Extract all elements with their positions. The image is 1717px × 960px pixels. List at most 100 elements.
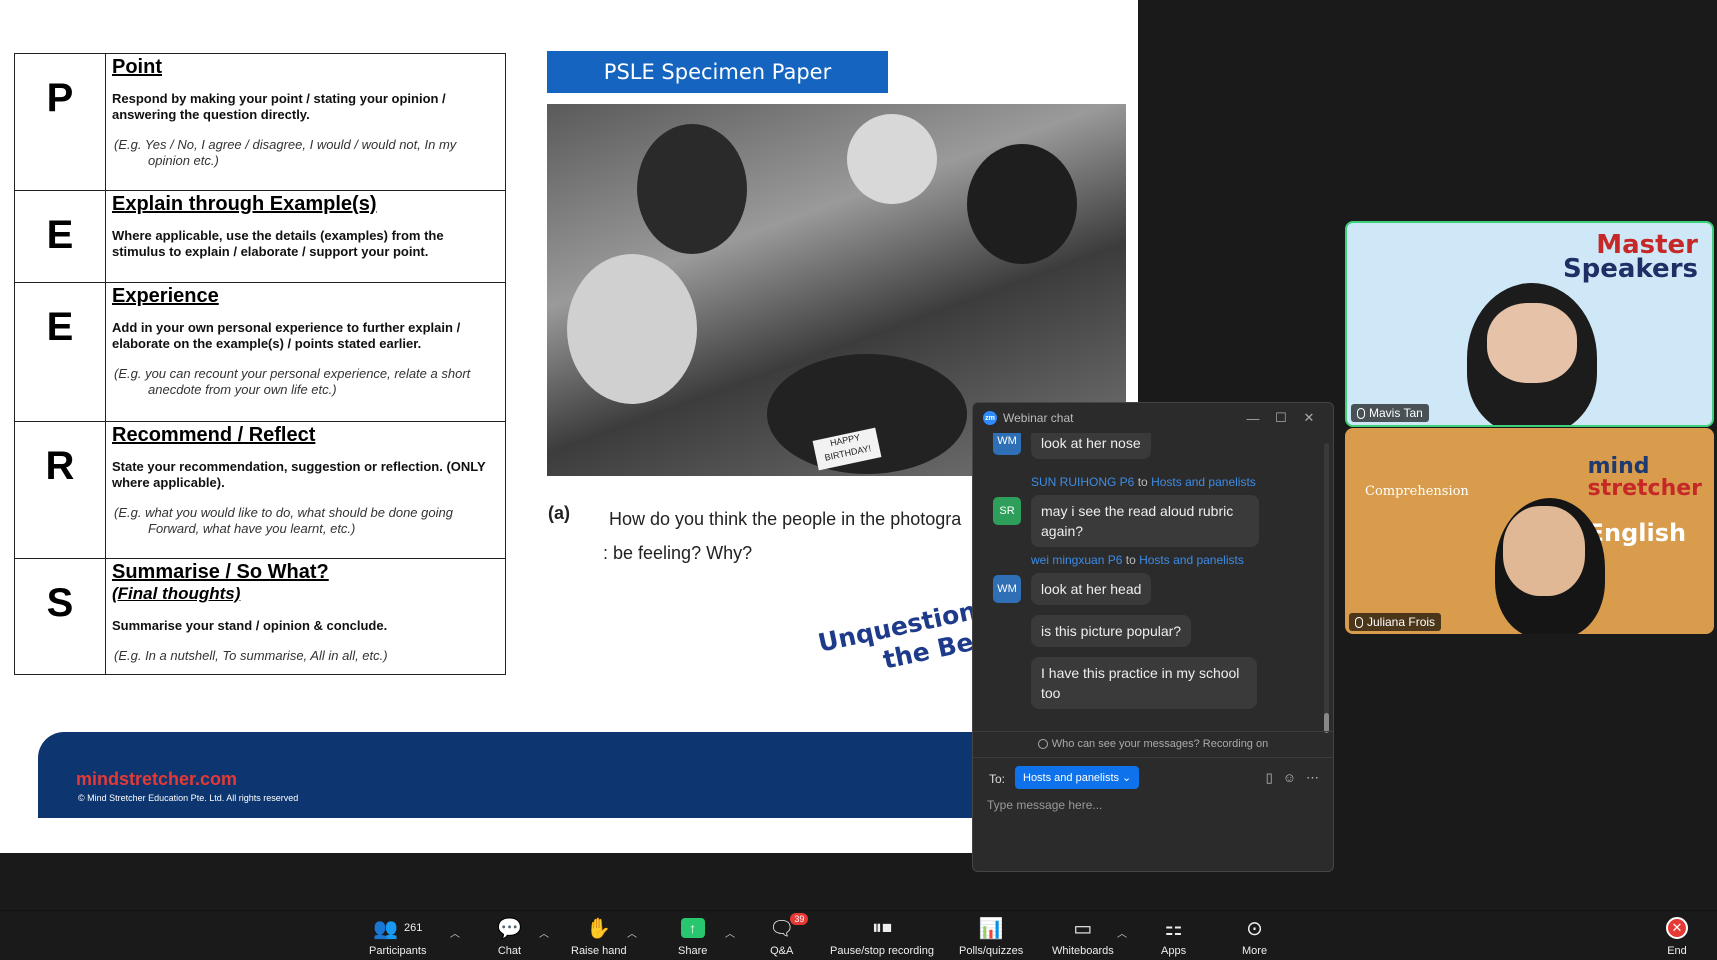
whiteboards-caret-icon[interactable]: ︿ [1117,925,1127,940]
emoji-icon[interactable]: ☺ [1283,770,1296,786]
apps-icon: ⚏ [1164,917,1183,940]
raise-hand-button[interactable]: ✋ Raise hand [571,915,627,958]
apps-label: Apps [1161,945,1187,957]
row-example: (E.g. what you would like to do, what sh… [114,505,453,536]
visibility-icon [1037,739,1048,750]
chat-caret-icon[interactable]: ︿ [539,925,549,940]
recording-button[interactable]: ⏸⏹ Pause/stop recording [830,915,934,958]
avatar: SR [993,497,1021,525]
row-letter: P [14,53,106,191]
raise-hand-caret-icon[interactable]: ︿ [627,925,637,940]
chat-message: wei mingxuan P6 to Hosts and panelists W… [993,553,1313,605]
masterspeakers-logo: Master Speakers [1562,230,1698,284]
table-row: S Summarise / So What? (Final thoughts) … [14,558,506,675]
chat-titlebar[interactable]: zm Webinar chat — ☐ ✕ [973,403,1333,433]
chat-button[interactable]: 💬 Chat [497,915,522,958]
row-example: (E.g. Yes / No, I agree / disagree, I wo… [114,137,457,168]
participants-icon: 👥 [373,917,399,940]
chat-messages[interactable]: WM look at her nose SUN RUIHONG P6 to Ho… [973,433,1333,733]
participant-name-tag: Mavis Tan [1351,404,1429,422]
compose-icons: ▯ ☺ ⋯ [1266,770,1319,786]
brand-text: mindstretcher.com [76,769,238,789]
recording-label: Pause/stop recording [830,945,934,957]
row-letter: R [14,421,106,559]
end-icon: ✕ [1666,917,1688,939]
sender-line: SUN RUIHONG P6 to Hosts and panelists [1031,475,1256,489]
raise-hand-label: Raise hand [571,945,627,957]
row-title: Summarise / So What? [112,561,329,583]
share-caret-icon[interactable]: ︿ [725,925,735,940]
copyright-text: © Mind Stretcher Education Pte. Ltd. All… [78,793,299,803]
whiteboards-button[interactable]: ▭ Whiteboards [1052,915,1114,958]
participants-button[interactable]: 👥 261 Participants [369,915,427,958]
row-example: (E.g. you can recount your personal expe… [114,366,471,397]
row-subtitle: (Final thoughts) [112,584,241,603]
row-title: Recommend / Reflect [112,424,316,446]
whiteboards-label: Whiteboards [1052,945,1114,957]
qa-button[interactable]: 🗨 39 Q&A [769,913,809,957]
chat-icon: 💬 [497,917,522,940]
chat-title: Webinar chat [1003,411,1074,425]
share-icon: ↑ [680,918,705,938]
more-icon: ⊙ [1246,917,1263,940]
row-example: (E.g. In a nutshell, To summarise, All i… [114,648,388,663]
row-body: State your recommendation, suggestion or… [112,459,486,490]
participants-label: Participants [369,945,427,957]
participants-caret-icon[interactable]: ︿ [450,925,460,940]
video-tile-juliana[interactable]: Comprehension mind stretcher English Jul… [1345,428,1714,634]
shared-slide: P Point Respond by making your point / s… [0,0,1138,853]
polls-label: Polls/quizzes [959,945,1024,957]
recipient-select[interactable]: Hosts and panelists ⌄ [1015,766,1140,789]
row-body: Add in your own personal experience to f… [112,320,461,351]
row-title: Point [112,56,162,78]
meeting-toolbar: 👥 261 Participants ︿ 💬 Chat ︿ ✋ Raise han… [0,910,1717,960]
minimize-icon[interactable]: — [1239,411,1267,426]
message-bubble: look at her head [1031,573,1152,605]
webinar-chat-window[interactable]: zm Webinar chat — ☐ ✕ WM look at her nos… [972,402,1334,872]
chat-message: I have this practice in my school too [993,657,1313,713]
pause-record-icon: ⏸⏹ [871,916,892,939]
row-body: Respond by making your point / stating y… [112,91,446,122]
tagline: Unquestion the Be [815,595,980,675]
file-icon[interactable]: ▯ [1266,770,1273,786]
mic-icon [1357,407,1365,419]
book-word: Comprehension [1365,484,1469,499]
specimen-banner: PSLE Specimen Paper [547,51,888,93]
table-row: P Point Respond by making your point / s… [14,53,506,191]
table-row: E Explain through Example(s) Where appli… [14,190,506,283]
sender-line: wei mingxuan P6 to Hosts and panelists [1031,553,1244,567]
more-label: More [1242,945,1268,957]
zoom-logo-icon: zm [983,411,997,425]
table-row: R Recommend / Reflect State your recomme… [14,421,506,559]
chat-scrollbar[interactable] [1324,443,1329,733]
polls-icon: 📊 [978,917,1004,940]
share-button[interactable]: ↑ Share [678,915,707,957]
more-button[interactable]: ⊙ More [1242,915,1268,958]
end-label: End [1667,945,1687,957]
chat-message: SUN RUIHONG P6 to Hosts and panelists SR… [993,475,1313,555]
row-letter: E [14,190,106,283]
end-button[interactable]: ✕ End [1666,915,1688,957]
row-body: Where applicable, use the details (examp… [112,228,444,259]
maximize-icon[interactable]: ☐ [1267,410,1295,426]
close-icon[interactable]: ✕ [1295,410,1323,426]
message-bubble: look at her nose [1031,433,1151,459]
polls-button[interactable]: 📊 Polls/quizzes [959,915,1024,958]
more-options-icon[interactable]: ⋯ [1306,770,1319,786]
peers-table: P Point Respond by making your point / s… [14,53,506,675]
chat-message: WM look at her nose [993,433,1313,459]
compose-area: To: Hosts and panelists ⌄ ▯ ☺ ⋯ [973,757,1333,871]
participant-face [1487,303,1577,383]
privacy-notice[interactable]: Who can see your messages? Recording on [973,731,1333,757]
video-tile-mavis[interactable]: Master Speakers Mavis Tan [1345,221,1714,427]
participant-name-tag: Juliana Frois [1349,613,1442,631]
apps-button[interactable]: ⚏ Apps [1161,915,1187,958]
qa-badge: 39 [790,913,809,925]
participant-count: 261 [404,922,423,934]
avatar: WM [993,575,1021,603]
message-input[interactable] [987,798,1317,812]
chat-message: is this picture popular? [993,615,1313,649]
qa-label: Q&A [770,945,794,957]
row-title: Experience [112,285,219,307]
row-title: Explain through Example(s) [112,193,377,215]
